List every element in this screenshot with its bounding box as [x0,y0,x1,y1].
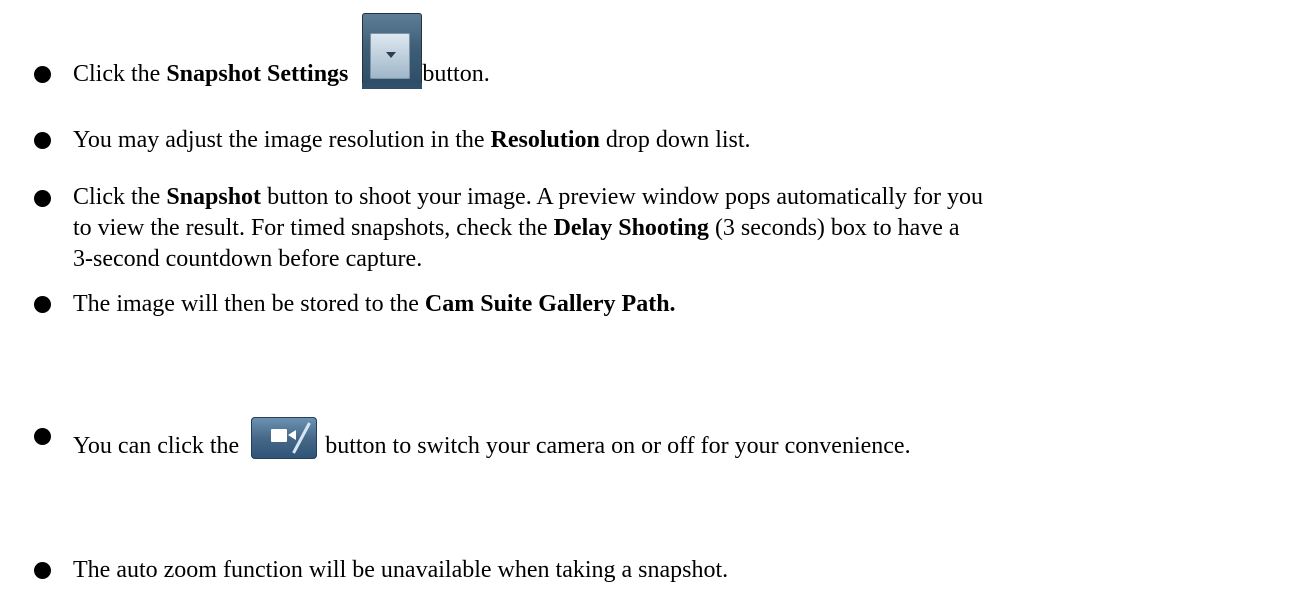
item-line: to view the result. For timed snapshots,… [73,213,1288,244]
list-item-text: You can click the button to switch your … [73,417,1288,462]
item-text-bold: Snapshot [166,184,262,210]
list-item-text: You may adjust the image resolution in t… [73,124,1288,156]
item-text-after: button to shoot your image. A preview wi… [261,184,983,210]
item-text-bold: Delay Shooting [553,215,709,241]
item-text-before: The image will then be stored to the [73,291,425,317]
item-text-before: You can click the [73,433,246,459]
list-item: The image will then be stored to the Cam… [0,270,1295,340]
bullet-icon [34,296,51,313]
bullet-icon [34,132,51,149]
item-text-after: button to switch your camera on or off f… [325,433,911,459]
list-item: You may adjust the image resolution in t… [0,110,1295,160]
list-item: Click the Snapshot Settings button. [0,0,1295,110]
item-text-before: You may adjust the image resolution in t… [73,127,491,153]
list-item-text: The image will then be stored to the Cam… [73,288,1288,320]
item-text-bold: Resolution [490,127,600,153]
item-text-before: to view the result. For timed snapshots,… [73,215,554,241]
camera-toggle-button-icon [251,417,318,459]
item-line: Click the Snapshot button to shoot your … [73,182,1288,213]
instruction-list: Click the Snapshot Settings button. You … [0,0,1295,595]
list-item: The auto zoom function will be unavailab… [0,525,1295,595]
bullet-icon [34,428,51,445]
snapshot-settings-button-icon [362,13,423,89]
item-text-bold: Snapshot Settings [166,61,349,87]
list-item-text: Click the Snapshot button to shoot your … [73,182,1288,275]
item-text-before: Click the [73,61,167,87]
item-text-after: drop down list. [599,127,751,153]
item-text-bold: Cam Suite Gallery Path. [424,291,676,317]
list-item-text: The auto zoom function will be unavailab… [73,557,729,583]
item-text-after: button. [422,61,490,87]
list-item: Click the Snapshot button to shoot your … [0,160,1295,272]
bullet-icon [34,562,51,579]
item-text-before: Click the [73,184,167,210]
list-item: You can click the button to switch your … [0,380,1295,470]
bullet-icon [34,66,51,83]
item-text-after: (3 seconds) box to have a [708,215,960,241]
list-item-text: Click the Snapshot Settings button. [73,13,1288,90]
bullet-icon [34,190,51,207]
